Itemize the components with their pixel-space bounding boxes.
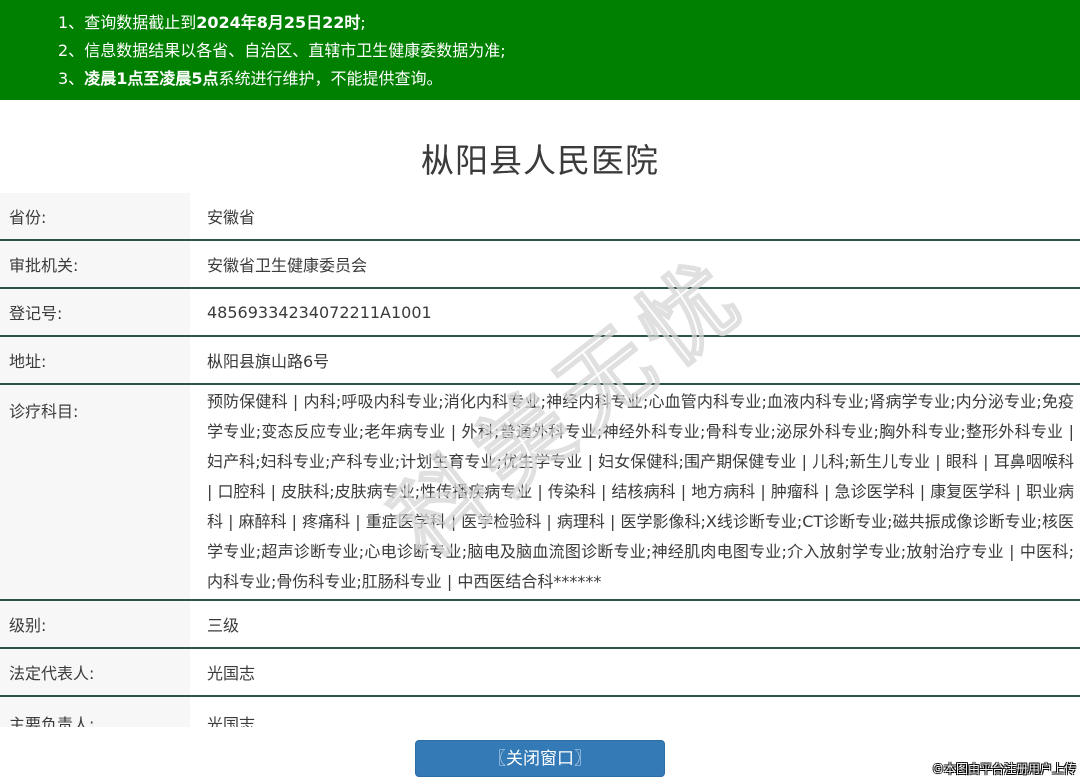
page-title: 枞阳县人民医院 xyxy=(421,141,659,180)
field-value: 光国志 xyxy=(190,649,1080,695)
field-label: 级别: xyxy=(0,601,190,647)
field-value: 预防保健科 | 内科;呼吸内科专业;消化内科专业;神经内科专业;心血管内科专业;… xyxy=(190,385,1080,599)
field-label: 登记号: xyxy=(0,289,190,335)
notice-text: ; xyxy=(360,13,366,32)
table-row-province: 省份: 安徽省 xyxy=(0,193,1080,241)
table-row-main-person-in-charge: 主要负责人: 光国志 xyxy=(0,697,1080,727)
title-section: 枞阳县人民医院 xyxy=(0,100,1080,193)
notice-bold-text: 2024年8月25日22时 xyxy=(196,13,361,32)
field-value: 安徽省卫生健康委员会 xyxy=(190,241,1080,287)
notice-line-2: 2、信息数据结果以各省、自治区、直辖市卫生健康委数据为准; xyxy=(58,37,1070,65)
field-value: 48569334234072211A1001 xyxy=(190,289,1080,335)
copyright-watermark: ©本图由平台注册用户上传 xyxy=(931,762,1076,776)
field-value: 安徽省 xyxy=(190,193,1080,239)
notice-number: 2、 xyxy=(58,41,85,60)
field-value: 三级 xyxy=(190,601,1080,647)
table-row-legal-representative: 法定代表人: 光国志 xyxy=(0,649,1080,697)
notice-text: 信息数据结果以各省、自治区、直辖市卫生健康委数据为准; xyxy=(84,41,506,60)
field-label: 诊疗科目: xyxy=(0,385,190,599)
close-window-button[interactable]: 〖关闭窗口〗 xyxy=(415,740,665,777)
table-row-address: 地址: 枞阳县旗山路6号 xyxy=(0,337,1080,385)
field-value: 枞阳县旗山路6号 xyxy=(190,337,1080,383)
notice-number: 1、 xyxy=(58,13,85,32)
footer-bar: 〖关闭窗口〗 ©本图由平台注册用户上传 xyxy=(0,727,1080,780)
table-row-medical-departments: 诊疗科目: 预防保健科 | 内科;呼吸内科专业;消化内科专业;神经内科专业;心血… xyxy=(0,385,1080,601)
notice-text: 查询数据截止到 xyxy=(84,13,197,32)
notice-header: 1、查询数据截止到2024年8月25日22时; 2、信息数据结果以各省、自治区、… xyxy=(0,0,1080,100)
notice-line-3: 3、凌晨1点至凌晨5点系统进行维护，不能提供查询。 xyxy=(58,65,1070,93)
notice-line-1: 1、查询数据截止到2024年8月25日22时; xyxy=(58,9,1070,37)
field-value: 光国志 xyxy=(190,697,1080,727)
table-row-registration-number: 登记号: 48569334234072211A1001 xyxy=(0,289,1080,337)
hospital-info-table: 省份: 安徽省 审批机关: 安徽省卫生健康委员会 登记号: 4856933423… xyxy=(0,193,1080,727)
table-row-level: 级别: 三级 xyxy=(0,601,1080,649)
notice-bold-text: 凌晨1点至凌晨5点 xyxy=(84,69,219,88)
field-label: 审批机关: xyxy=(0,241,190,287)
field-label: 地址: xyxy=(0,337,190,383)
table-row-approval-authority: 审批机关: 安徽省卫生健康委员会 xyxy=(0,241,1080,289)
field-label: 省份: xyxy=(0,193,190,239)
field-label: 法定代表人: xyxy=(0,649,190,695)
notice-number: 3、 xyxy=(58,69,85,88)
notice-text: 系统进行维护，不能提供查询。 xyxy=(218,69,443,88)
field-label: 主要负责人: xyxy=(0,697,190,727)
